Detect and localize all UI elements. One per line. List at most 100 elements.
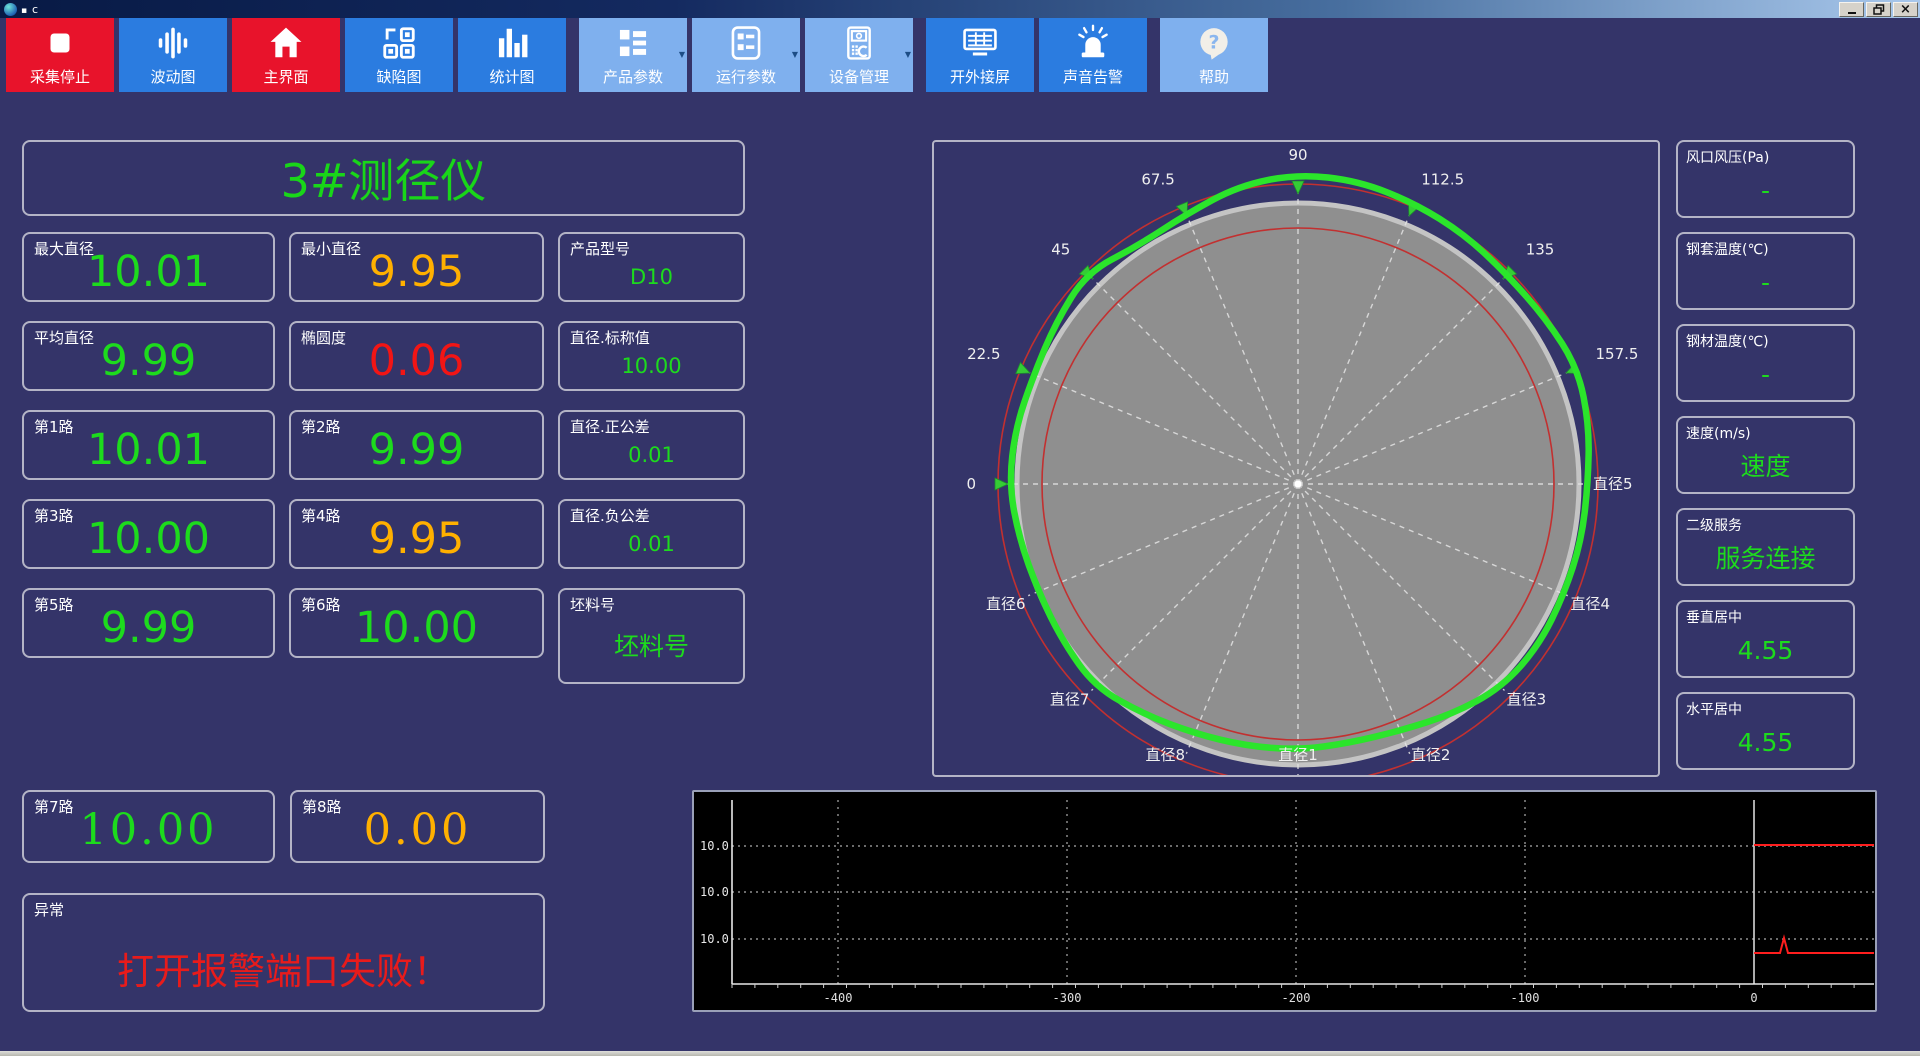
toolbar-button-label: 波动图 [150,68,196,86]
stop-icon [41,24,79,66]
bottom-edge-strip [0,1051,1920,1056]
card-value: 9.99 [100,603,197,653]
toolbar-button-device-manage[interactable]: 设备管理 ▼ [805,18,913,92]
panel-value: 速度 [1740,452,1791,481]
card-path1: 第1路 10.01 [22,410,275,480]
toolbar-button-help[interactable]: ? 帮助 [1160,18,1268,92]
toolbar-button-defect-chart[interactable]: 缺陷图 [345,18,453,92]
toolbar-button-label: 运行参数 [715,68,776,86]
chevron-down-icon: ▼ [904,50,911,59]
card-value: 9.95 [368,247,465,297]
monitor-icon [961,24,999,66]
card-value: D10 [630,265,673,289]
card-value: 10.01 [86,425,211,475]
measurement-card-grid: 最大直径 10.01 最小直径 9.95 产品型号 D10 平均直径 9.99 椭圆度 0.06 直… [22,232,745,684]
card-value: 0.00 [363,805,472,855]
toolbar-button-run-params[interactable]: 运行参数 ▼ [692,18,800,92]
card-plus-tolerance: 直径.正公差 0.01 [558,410,745,480]
toolbar-button-label: 声音告警 [1062,68,1123,86]
panel-value: 服务连接 [1715,544,1816,573]
svg-text:10.0: 10.0 [700,932,729,946]
card-value: 9.99 [368,425,465,475]
toolbar-button-label: 采集停止 [29,68,90,86]
close-button[interactable]: × [1893,1,1918,17]
card-product-model: 产品型号 D10 [558,232,745,302]
svg-text:-400: -400 [824,991,853,1005]
spoke-label: 直径5 [1593,475,1633,493]
toolbar-button-stats-chart[interactable]: 统计图 [458,18,566,92]
card-label: 直径.正公差 [570,418,650,436]
toolbar-button-external-screen[interactable]: 开外接屏 [926,18,1034,92]
toolbar: 采集停止 波动图 主界面 缺陷图 统计图 产品参数 ▼ 运行参数 ▼ 设备管理 ▼ 开外接屏 声音告警?… [6,18,1268,92]
window-titlebar: c × [0,0,1920,18]
product-params-icon [614,24,652,66]
device-icon [840,24,878,66]
svg-text:-200: -200 [1282,991,1311,1005]
toolbar-button-label: 产品参数 [602,68,663,86]
minimize-icon [1847,12,1856,14]
spoke-label: 0 [966,475,976,493]
spoke-label: 直径1 [1278,746,1318,764]
card-path5: 第5路 9.99 [22,588,275,658]
card-path6: 第6路 10.00 [289,588,544,658]
toolbar-button-stop-collect[interactable]: 采集停止 [6,18,114,92]
panel-label: 钢材温度(℃) [1686,334,1769,350]
card-value: 9.99 [100,336,197,386]
card-nominal-diameter: 直径.标称值 10.00 [558,321,745,391]
spoke-label: 135 [1526,240,1555,258]
toolbar-button-label: 开外接屏 [949,68,1010,86]
card-max-diameter: 最大直径 10.01 [22,232,275,302]
card-label: 直径.负公差 [570,507,650,525]
status-column: 风口风压(Pa) - 钢套温度(℃) - 钢材温度(℃) - 速度(m/s) 速度 二级服务 服务… [1676,140,1855,784]
panel-label: 风口风压(Pa) [1686,150,1770,166]
svg-text:10.0: 10.0 [700,885,729,899]
card-value: 0.01 [628,532,675,556]
svg-text:-100: -100 [1511,991,1540,1005]
toolbar-button-product-params[interactable]: 产品参数 ▼ [579,18,687,92]
toolbar-button-main-screen[interactable]: 主界面 [232,18,340,92]
roundness-polar-panel: 0 22.5 45 67.5 90 112.5 135 157.5 直径5 直径4 直径3 直径2 直径… [932,140,1660,777]
toolbar-button-wave-chart[interactable]: 波动图 [119,18,227,92]
svg-text:-300: -300 [1053,991,1082,1005]
alarm-message: 打开报警端口失败！ [117,950,450,993]
spoke-label: 直径6 [986,595,1026,613]
toolbar-button-label: 帮助 [1198,68,1229,86]
card-billet-no: 坯料号 坯料号 [558,588,745,684]
card-label: 直径.标称值 [570,329,650,347]
globe-icon [4,2,17,16]
panel-sleeve-temp: 钢套温度(℃) - [1676,232,1855,310]
spoke-label: 157.5 [1596,345,1639,363]
panel-label: 钢套温度(℃) [1686,242,1769,258]
diameter-trend-panel: 10.0 10.0 10.0 -400 -300 -200 -100 0 [692,790,1877,1012]
window-title: c [21,3,39,16]
card-value: 10.01 [86,247,211,297]
toolbar-button-label: 设备管理 [828,68,889,86]
diameter-trend-chart: 10.0 10.0 10.0 -400 -300 -200 -100 0 [694,792,1875,1010]
card-value: 坯料号 [613,632,689,661]
spoke-label: 45 [1051,240,1070,258]
help-icon: ? [1195,24,1233,66]
alarm-icon [1074,24,1112,66]
barchart-icon [493,24,531,66]
toolbar-button-sound-alarm[interactable]: 声音告警 [1039,18,1147,92]
chevron-down-icon: ▼ [678,50,685,59]
panel-value: 4.55 [1737,728,1794,757]
minimize-button[interactable] [1839,1,1864,17]
toolbar-button-label: 缺陷图 [376,68,422,86]
spoke-label: 67.5 [1141,171,1174,189]
waveform-icon [154,24,192,66]
station-title-box: 3#测径仪 [22,140,745,216]
chevron-down-icon: ▼ [791,50,798,59]
card-path3: 第3路 10.00 [22,499,275,569]
spoke-label: 直径4 [1571,595,1611,613]
restore-button[interactable] [1866,1,1891,17]
panel-steel-temp: 钢材温度(℃) - [1676,324,1855,402]
card-min-diameter: 最小直径 9.95 [289,232,544,302]
panel-horizontal-center: 水平居中 4.55 [1676,692,1855,770]
card-value: 10.00 [79,805,218,855]
card-label: 产品型号 [570,240,631,258]
card-value: 10.00 [354,603,479,653]
spoke-label: 112.5 [1421,171,1464,189]
svg-text:?: ? [1208,31,1219,53]
close-icon: × [1900,1,1911,17]
